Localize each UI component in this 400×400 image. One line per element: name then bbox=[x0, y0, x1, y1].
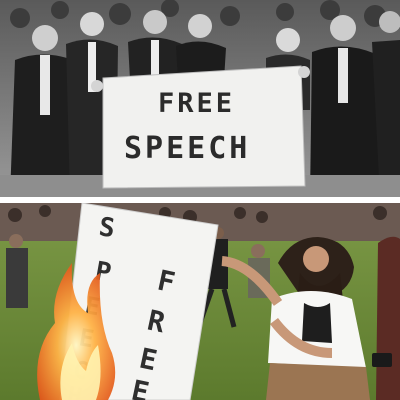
photo-collage: FREE SPEECH S P F R E E bbox=[0, 0, 400, 400]
free-speech-banner: FREE SPEECH bbox=[102, 65, 306, 189]
banner-text-speech: SPEECH bbox=[124, 131, 250, 166]
left-hand bbox=[91, 80, 103, 92]
right-hand bbox=[298, 66, 310, 78]
historic-protest-photo: FREE SPEECH bbox=[0, 0, 400, 197]
sign-burning-scene: S P E E C H F R E E bbox=[0, 203, 400, 400]
banner-text-free: FREE bbox=[158, 88, 235, 119]
camera-icon bbox=[372, 353, 392, 367]
sign-burning-photo: S P E E C H F R E E bbox=[0, 203, 400, 400]
historic-protest-scene: FREE SPEECH bbox=[0, 0, 400, 197]
